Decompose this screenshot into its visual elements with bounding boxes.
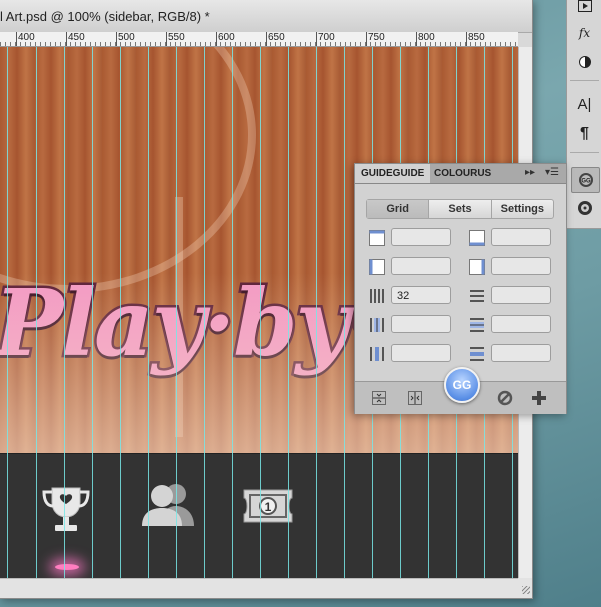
- tab-guideguide[interactable]: GUIDEGUIDE: [355, 164, 431, 183]
- people-icon: [142, 484, 194, 526]
- make-grid-button[interactable]: GG: [444, 367, 480, 403]
- midpoint-horizontal-icon[interactable]: [370, 389, 388, 407]
- column-gutter-field[interactable]: [391, 344, 451, 362]
- clear-guides-icon[interactable]: [496, 389, 514, 407]
- document-title-bar[interactable]: l Art.psd @ 100% (sidebar, RGB/8) *: [0, 0, 532, 33]
- ruler-label: 750: [368, 32, 385, 43]
- guideguide-icon[interactable]: GG: [571, 167, 600, 193]
- right-margin-field[interactable]: [491, 257, 551, 275]
- segment-sets[interactable]: Sets: [429, 200, 492, 218]
- fx-icon[interactable]: fx: [571, 21, 598, 45]
- tab-colourus[interactable]: COLOURUS: [428, 164, 497, 183]
- ruler-label: 600: [218, 32, 235, 43]
- active-tab-glow: [55, 564, 79, 570]
- document-title: l Art.psd @ 100% (sidebar, RGB/8) *: [0, 9, 210, 24]
- rows-icon: [470, 290, 484, 302]
- bottom-margin-field[interactable]: [491, 228, 551, 246]
- add-guides-icon[interactable]: [530, 389, 548, 407]
- ruler-label: 800: [418, 32, 435, 43]
- column-midpoint-field[interactable]: [391, 315, 451, 333]
- horizontal-scrollbar[interactable]: [0, 578, 518, 598]
- resize-grip[interactable]: [518, 578, 532, 598]
- court-arc: [0, 47, 256, 293]
- play-icon[interactable]: [571, 0, 598, 18]
- rows-field[interactable]: [491, 286, 551, 304]
- segment-grid[interactable]: Grid: [367, 200, 430, 218]
- court-line: [175, 197, 183, 437]
- paragraph-icon[interactable]: ¶: [571, 122, 598, 146]
- ruler-label: 650: [268, 32, 285, 43]
- ruler-label: 550: [168, 32, 185, 43]
- svg-text:1: 1: [265, 500, 272, 514]
- panel-tab-bar: GUIDEGUIDE COLOURUS ▸▸ ▾☰: [355, 164, 566, 184]
- left-margin-icon: [369, 230, 385, 246]
- panel-collapse-arrows[interactable]: ▸▸: [525, 167, 535, 178]
- panel-menu-icon[interactable]: ▾☰: [545, 167, 559, 178]
- right-margin-icon: [469, 259, 485, 275]
- panel-segmented-control: Grid Sets Settings: [366, 199, 554, 219]
- row-gutter-icon: [470, 347, 484, 361]
- left-margin-icon: [369, 259, 385, 275]
- trophy-icon: [42, 487, 90, 531]
- guideguide-panel: GUIDEGUIDE COLOURUS ▸▸ ▾☰ Grid Sets Sett…: [354, 163, 567, 414]
- ticket-icon: 1: [243, 489, 293, 523]
- svg-text:GG: GG: [581, 179, 591, 185]
- top-margin-field[interactable]: [391, 228, 451, 246]
- midpoint-vertical-icon[interactable]: [406, 389, 424, 407]
- left-margin-field[interactable]: [391, 257, 451, 275]
- column-midpoint-icon: [370, 318, 384, 332]
- row-midpoint-icon: [470, 318, 484, 332]
- row-midpoint-field[interactable]: [491, 315, 551, 333]
- ruler-label: 850: [468, 32, 485, 43]
- segment-settings[interactable]: Settings: [492, 200, 553, 218]
- columns-icon: [370, 289, 384, 303]
- column-gutter-icon: [370, 347, 384, 361]
- panel-dock-strip: fx A| ¶ GG: [566, 0, 601, 229]
- layer-mask-icon[interactable]: [571, 50, 598, 74]
- cd-icon[interactable]: [571, 196, 598, 220]
- horizontal-ruler[interactable]: 400 450 500 550 600 650 700 750 800 850: [0, 32, 518, 47]
- bottom-margin-icon: [469, 230, 485, 246]
- ruler-label: 500: [118, 32, 135, 43]
- ruler-label: 450: [68, 32, 85, 43]
- columns-field[interactable]: 32: [391, 286, 451, 304]
- character-icon[interactable]: A|: [571, 92, 598, 116]
- ruler-label: 700: [318, 32, 335, 43]
- ruler-label: 400: [18, 32, 35, 43]
- row-gutter-field[interactable]: [491, 344, 551, 362]
